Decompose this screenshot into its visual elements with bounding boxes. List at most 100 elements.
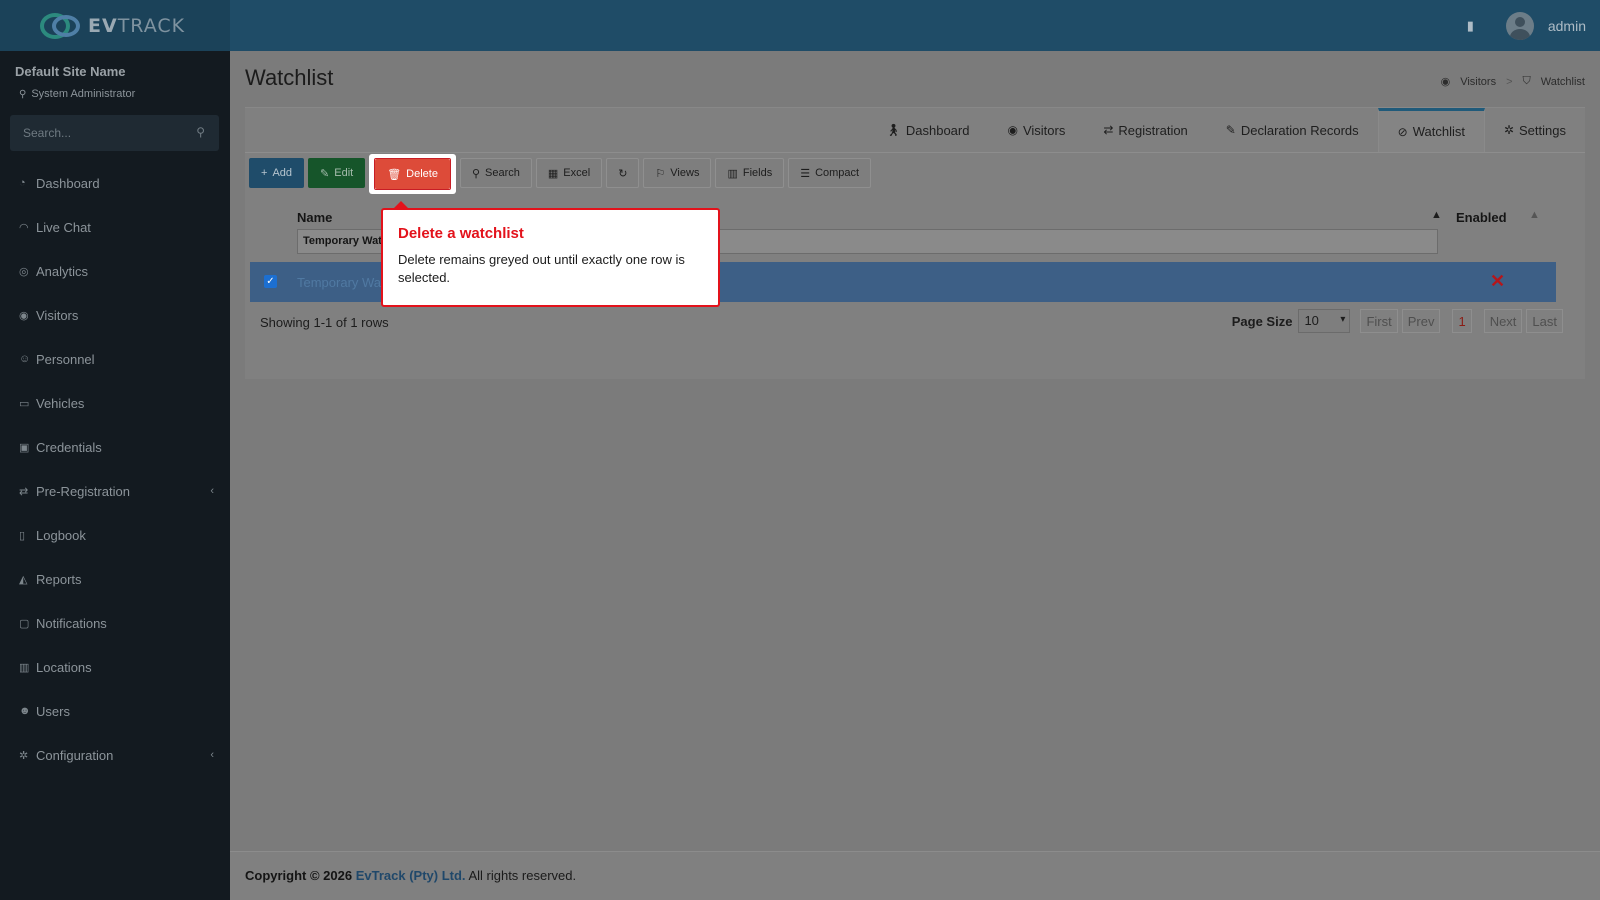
fields-button[interactable]: ▥ Fields [715, 158, 785, 188]
role-label: System Administrator [31, 88, 136, 100]
sidebar-item-label: Configuration [36, 747, 114, 763]
eye-icon: ◉ [19, 309, 29, 322]
sort-up-icon[interactable]: ▲ [1431, 209, 1442, 221]
sidebar-item-vehicles[interactable]: ▭ Vehicles [0, 381, 230, 425]
sidebar-item-analytics[interactable]: ◎ Analytics [0, 249, 230, 293]
column-header-enabled[interactable]: Enabled [1456, 210, 1507, 225]
tab-label: Dashboard [905, 122, 970, 138]
sidebar-item-credentials[interactable]: ▣ Credentials [0, 425, 230, 469]
gear-icon: ✲ [1503, 123, 1515, 137]
sidebar-item-label: Live Chat [36, 219, 91, 235]
add-button[interactable]: + Add [249, 158, 305, 188]
list-icon: ☰ [800, 167, 811, 180]
tooltip-title: Delete a watchlist [398, 225, 524, 242]
tab-settings[interactable]: ✲ Settings [1485, 108, 1585, 152]
tab-label: Visitors [1022, 122, 1066, 138]
delete-highlight: 🗑︎ Delete [369, 154, 456, 194]
tab-declaration-records[interactable]: ✎ Declaration Records [1207, 108, 1378, 152]
sidebar-item-configuration[interactable]: ✲ Configuration ‹ [0, 733, 230, 777]
first-page-button[interactable]: First [1360, 309, 1398, 333]
sidebar-item-label: Notifications [36, 615, 107, 631]
copyright: Copyright © 2026 [245, 868, 353, 883]
tab-dashboard[interactable]: 🚶︎ Dashboard [867, 108, 989, 152]
grid-toolbar: + Add ✎ Edit 🗑︎ Delete ⚲ Search ▦ Excel ↻ ⚐ Vi… [249, 154, 872, 194]
breadcrumb-watchlist: Watchlist [1540, 75, 1585, 88]
sidebar-item-label: Users [36, 703, 70, 719]
sidebar-item-label: Credentials [36, 439, 102, 455]
sidebar-item-users[interactable]: ☻ Users [0, 689, 230, 733]
compact-button[interactable]: ☰ Compact [788, 158, 872, 188]
search-placeholder: Search... [23, 126, 72, 140]
building-icon[interactable]: ▮ [1467, 18, 1474, 34]
breadcrumb-visitors[interactable]: Visitors [1460, 76, 1496, 88]
delete-button[interactable]: 🗑︎ Delete [375, 159, 450, 189]
id-card-icon: ▣ [19, 441, 30, 454]
sidebar-item-pre-registration[interactable]: ⇄ Pre-Registration ‹ [0, 469, 230, 513]
search-button[interactable]: ⚲ Search [459, 158, 532, 188]
tooltip-body: Delete remains greyed out until exactly … [398, 252, 685, 285]
search-icon[interactable]: ⚲ [196, 125, 205, 139]
sidebar-item-label: Logbook [36, 527, 86, 543]
add-label: Add [272, 167, 293, 179]
current-page[interactable]: 1 [1452, 309, 1472, 333]
user-role: ⚲ System Administrator [19, 88, 135, 100]
delete-label: Delete [406, 168, 438, 180]
search-label: Search [485, 167, 520, 179]
sidebar-item-label: Visitors [36, 307, 79, 323]
top-header: EVTRACK ▮ admin [0, 0, 1600, 51]
users-icon: ☻ [19, 705, 31, 717]
tab-registration[interactable]: ⇄ Registration [1084, 108, 1206, 152]
tab-label: Settings [1519, 122, 1566, 138]
sort-up-icon[interactable]: ▲ [1529, 209, 1540, 221]
sidebar-item-locations[interactable]: ▥ Locations [0, 645, 230, 689]
eye-icon: ◉ [1007, 123, 1018, 137]
sidebar-item-personnel[interactable]: ☺ Personnel [0, 337, 230, 381]
excel-button[interactable]: ▦ Excel [535, 158, 603, 188]
watchlist-icon: ⊘ [1397, 124, 1408, 139]
disabled-x-icon: ✕ [1490, 271, 1506, 291]
edit-icon: ✎ [1225, 123, 1236, 137]
fields-label: Fields [742, 167, 773, 179]
sidebar-item-dashboard[interactable]: ◔ Dashboard [0, 161, 230, 205]
columns-icon: ▥ [727, 167, 738, 180]
tab-label: Registration [1118, 122, 1188, 138]
chevron-left-icon: ‹ [210, 749, 214, 761]
refresh-button[interactable]: ↻ [606, 158, 640, 188]
prev-page-button[interactable]: Prev [1401, 309, 1441, 333]
row-checkbox[interactable]: ✓ [264, 275, 277, 288]
chevron-down-icon: ▾ [1340, 314, 1346, 325]
logo-mark-icon [40, 11, 82, 41]
brand-logo[interactable]: EVTRACK [0, 0, 230, 51]
company-link[interactable]: EvTrack (Pty) Ltd. [356, 868, 466, 883]
compact-label: Compact [815, 167, 860, 179]
dashboard-icon: ◔ [19, 177, 26, 189]
sidebar-item-label: Analytics [36, 263, 89, 279]
gear-icon: ✲ [19, 749, 29, 762]
sidebar-item-label: Personnel [36, 351, 95, 367]
avatar[interactable] [1505, 11, 1534, 40]
sidebar-item-notifications[interactable]: ▢ Notifications [0, 601, 230, 645]
column-header-name[interactable]: Name [297, 210, 332, 225]
page-size-label: Page Size [1231, 313, 1293, 329]
tab-visitors[interactable]: ◉ Visitors [988, 108, 1084, 152]
user-name[interactable]: admin [1548, 18, 1586, 34]
sidebar-item-label: Reports [36, 571, 82, 587]
footer: Copyright © 2026 EvTrack (Pty) Ltd. All … [230, 851, 1600, 900]
sidebar-item-logbook[interactable]: ▯ Logbook [0, 513, 230, 557]
tab-watchlist[interactable]: ⊘ Watchlist [1377, 108, 1485, 152]
views-button[interactable]: ⚐ Views [643, 158, 712, 188]
sidebar: Default Site Name ⚲ System Administrator… [0, 51, 230, 900]
last-page-button[interactable]: Last [1526, 309, 1563, 333]
sidebar-item-live-chat[interactable]: ◠ Live Chat [0, 205, 230, 249]
page-size-select[interactable]: 10 ▾ [1298, 309, 1351, 333]
edit-button[interactable]: ✎ Edit [308, 158, 366, 188]
sidebar-item-visitors[interactable]: ◉ Visitors [0, 293, 230, 337]
next-page-button[interactable]: Next [1483, 309, 1523, 333]
row-count: Showing 1-1 of 1 rows [260, 315, 389, 330]
pagination: Page Size 10 ▾ First Prev 1 Next Last [1232, 309, 1563, 333]
sidebar-search-input[interactable]: Search... ⚲ [10, 115, 219, 151]
sidebar-nav: ◔ Dashboard ◠ Live Chat ◎ Analytics ◉ Visito… [0, 161, 230, 777]
sidebar-item-reports[interactable]: ◭ Reports [0, 557, 230, 601]
walk-icon: 🚶︎ [885, 123, 901, 137]
book-icon: ▯ [19, 529, 26, 542]
